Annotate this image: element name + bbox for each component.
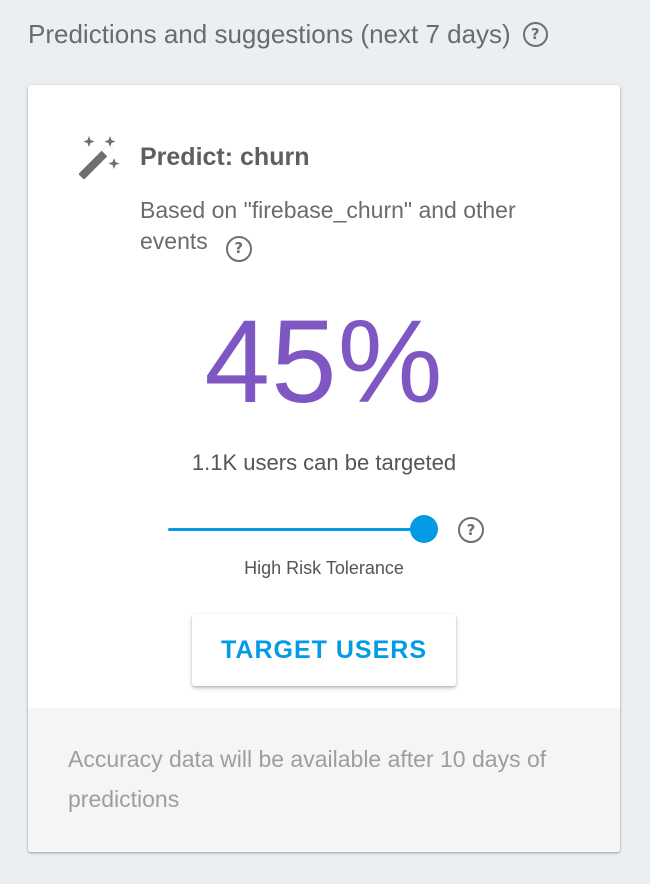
accuracy-message: Accuracy data will be available after 10… <box>68 746 547 812</box>
prediction-header: Predict: churn <box>76 133 309 181</box>
magic-wand-icon <box>78 136 120 180</box>
slider-label: High Risk Tolerance <box>244 558 404 578</box>
description-text: Based on "firebase_churn" and other even… <box>140 197 516 254</box>
risk-tolerance-slider: ? <box>168 514 488 546</box>
target-users-button[interactable]: TARGET USERS <box>192 614 456 686</box>
help-icon[interactable]: ? <box>458 517 484 543</box>
prediction-card: Predict: churn Based on "firebase_churn"… <box>28 85 620 852</box>
prediction-description: Based on "firebase_churn" and other even… <box>140 195 580 262</box>
prediction-percentage: 45% <box>204 296 444 428</box>
section-header: Predictions and suggestions (next 7 days… <box>28 14 548 54</box>
help-icon[interactable]: ? <box>225 235 252 262</box>
targetable-users-count: 1.1K users can be targeted <box>191 450 457 475</box>
slider-fill <box>168 528 424 531</box>
prediction-title: Predict: churn <box>140 142 310 171</box>
help-icon[interactable]: ? <box>522 21 548 47</box>
accuracy-footer: Accuracy data will be available after 10… <box>28 708 620 852</box>
slider-track[interactable] <box>168 515 438 543</box>
section-title: Predictions and suggestions (next 7 days… <box>28 18 511 49</box>
slider-thumb[interactable] <box>410 515 438 543</box>
